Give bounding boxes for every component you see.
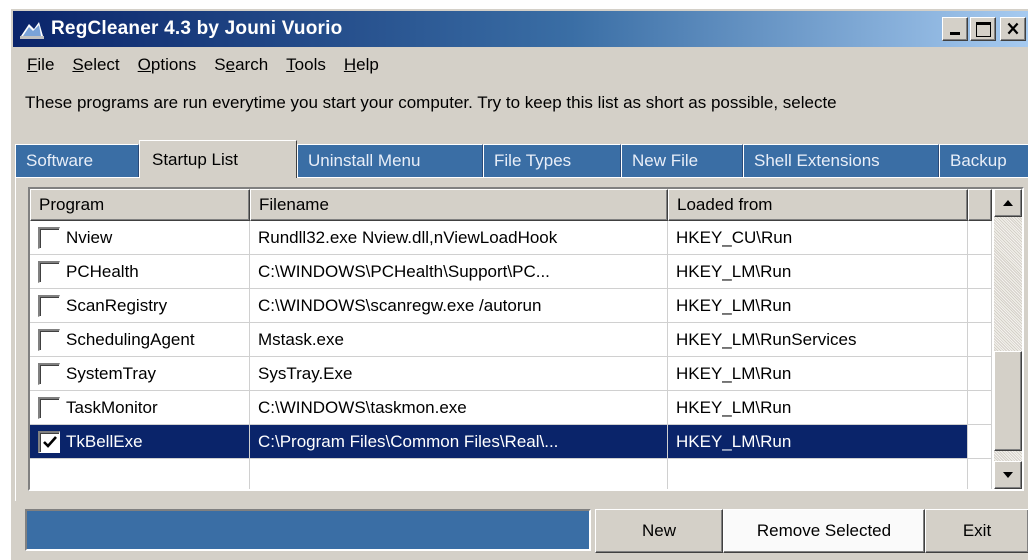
tab-file-types[interactable]: File Types — [483, 144, 621, 177]
window-controls — [942, 17, 1026, 41]
cell-loaded-from: HKEY_LM\Run — [668, 391, 968, 425]
remove-selected-button[interactable]: Remove Selected — [723, 509, 925, 553]
column-header-filename[interactable]: Filename — [250, 189, 668, 221]
menu-options[interactable]: Options — [136, 55, 199, 75]
cell-filename: SysTray.Exe — [250, 357, 668, 391]
table-row[interactable]: SchedulingAgent Mstask.exe HKEY_LM\RunServ… — [30, 323, 992, 357]
cell-program: TaskMonitor — [30, 391, 250, 425]
program-name: Nview — [66, 227, 113, 247]
cell-loaded-from: HKEY_LM\Run — [668, 289, 968, 323]
cell-filler — [968, 255, 992, 289]
startup-list-panel: Program Filename Loaded from Nview Rundll… — [15, 177, 1028, 501]
scroll-up-icon[interactable] — [994, 189, 1022, 217]
scroll-down-icon[interactable] — [994, 461, 1022, 489]
cell-program: TkBellExe — [30, 425, 250, 459]
exit-button[interactable]: Exit — [925, 509, 1028, 553]
row-checkbox[interactable] — [38, 328, 60, 351]
tab-startup-list[interactable]: Startup List — [139, 140, 297, 178]
cell-filename: C:\Program Files\Common Files\Real\... — [250, 425, 668, 459]
window-title: RegCleaner 4.3 by Jouni Vuorio — [51, 18, 343, 39]
cell-filler — [968, 289, 992, 323]
cell-loaded-from: HKEY_LM\Run — [668, 425, 968, 459]
row-checkbox[interactable] — [38, 294, 60, 317]
row-checkbox[interactable] — [38, 430, 60, 453]
cell-program: ScanRegistry — [30, 289, 250, 323]
program-name: SchedulingAgent — [66, 329, 195, 349]
tab-uninstall-menu[interactable]: Uninstall Menu — [297, 144, 483, 177]
title-bar[interactable]: RegCleaner 4.3 by Jouni Vuorio — [13, 11, 1028, 47]
column-header-program[interactable]: Program — [30, 189, 250, 221]
cell-filename — [250, 459, 668, 489]
cell-loaded-from: HKEY_LM\Run — [668, 357, 968, 391]
cell-filename: C:\WINDOWS\scanregw.exe /autorun — [250, 289, 668, 323]
cell-filename: Mstask.exe — [250, 323, 668, 357]
column-header-loaded-from[interactable]: Loaded from — [668, 189, 968, 221]
menu-search[interactable]: Search — [212, 55, 270, 75]
program-name: ScanRegistry — [66, 295, 168, 315]
table-row[interactable]: SystemTray SysTray.Exe HKEY_LM\Run — [30, 357, 992, 391]
tab-backup[interactable]: Backup — [939, 144, 1028, 177]
row-checkbox[interactable] — [38, 260, 60, 283]
column-header-filler — [968, 189, 992, 221]
cell-loaded-from — [668, 459, 968, 489]
cell-filler — [968, 459, 992, 489]
cell-loaded-from: HKEY_CU\Run — [668, 221, 968, 255]
cell-filename: Rundll32.exe Nview.dll,nViewLoadHook — [250, 221, 668, 255]
new-button[interactable]: New — [595, 509, 723, 553]
table-row[interactable] — [30, 459, 992, 489]
progress-bar — [25, 509, 591, 551]
close-icon[interactable] — [1000, 17, 1026, 41]
table-row[interactable]: Nview Rundll32.exe Nview.dll,nViewLoadHoo… — [30, 221, 992, 255]
cell-program: SchedulingAgent — [30, 323, 250, 357]
startup-list[interactable]: Program Filename Loaded from Nview Rundll… — [28, 187, 1024, 491]
cell-filler — [968, 221, 992, 255]
table-row[interactable]: TkBellExe C:\Program Files\Common Files\R… — [30, 425, 992, 459]
cell-loaded-from: HKEY_LM\Run — [668, 255, 968, 289]
row-checkbox[interactable] — [38, 362, 60, 385]
cell-filename: C:\WINDOWS\PCHealth\Support\PC... — [250, 255, 668, 289]
table-row[interactable]: TaskMonitor C:\WINDOWS\taskmon.exe HKEY_LM… — [30, 391, 992, 425]
tab-shell-extensions[interactable]: Shell Extensions — [743, 144, 939, 177]
table-row[interactable]: ScanRegistry C:\WINDOWS\scanregw.exe /aut… — [30, 289, 992, 323]
program-name: TaskMonitor — [66, 397, 158, 417]
cell-loaded-from: HKEY_LM\RunServices — [668, 323, 968, 357]
tab-software[interactable]: Software — [15, 144, 139, 177]
maximize-icon[interactable] — [970, 17, 996, 41]
tab-strip: Software Startup List Uninstall Menu Fil… — [15, 140, 1028, 178]
cell-program: PCHealth — [30, 255, 250, 289]
menu-tools[interactable]: Tools — [284, 55, 328, 75]
program-name: TkBellExe — [66, 431, 143, 451]
list-rows: Nview Rundll32.exe Nview.dll,nViewLoadHoo… — [30, 221, 992, 489]
menu-bar: File Select Options Search Tools Help — [25, 55, 381, 75]
tab-new-file[interactable]: New File — [621, 144, 743, 177]
program-name: SystemTray — [66, 363, 157, 383]
main-window: RegCleaner 4.3 by Jouni Vuorio File Sele… — [10, 8, 1028, 560]
cell-filler — [968, 323, 992, 357]
list-header: Program Filename Loaded from — [30, 189, 992, 221]
scroll-thumb[interactable] — [994, 351, 1022, 451]
menu-file[interactable]: File — [25, 55, 56, 75]
program-name: PCHealth — [66, 261, 139, 281]
cell-filler — [968, 357, 992, 391]
checkmark-icon — [42, 436, 57, 448]
vertical-scrollbar[interactable] — [994, 189, 1022, 489]
cell-program — [30, 459, 250, 489]
cell-program: Nview — [30, 221, 250, 255]
cell-filler — [968, 425, 992, 459]
app-icon — [20, 22, 44, 39]
cell-filename: C:\WINDOWS\taskmon.exe — [250, 391, 668, 425]
table-row[interactable]: PCHealth C:\WINDOWS\PCHealth\Support\PC..… — [30, 255, 992, 289]
menu-help[interactable]: Help — [342, 55, 381, 75]
row-checkbox[interactable] — [38, 396, 60, 419]
row-checkbox[interactable] — [38, 226, 60, 249]
cell-filler — [968, 391, 992, 425]
info-text: These programs are run everytime you sta… — [25, 93, 837, 112]
menu-select[interactable]: Select — [70, 55, 121, 75]
cell-program: SystemTray — [30, 357, 250, 391]
minimize-icon[interactable] — [942, 17, 968, 41]
